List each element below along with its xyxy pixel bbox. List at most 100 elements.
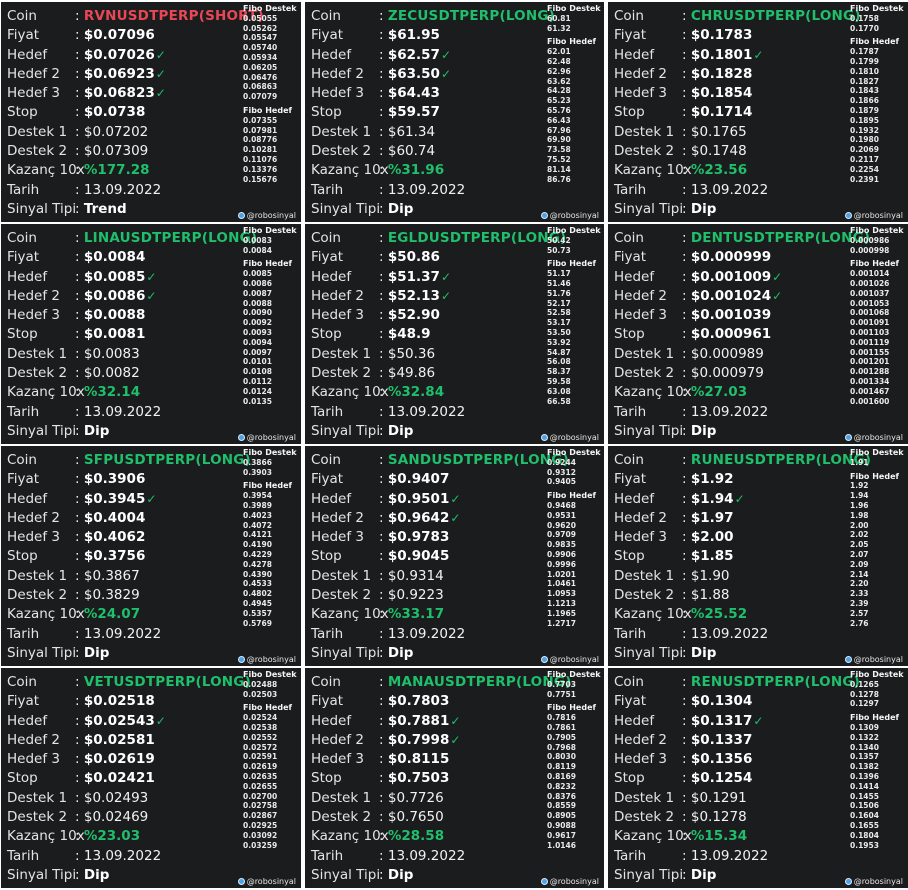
profit-value: %15.34 [690, 828, 748, 845]
separator: : [379, 200, 384, 217]
row-label: Stop [7, 548, 38, 565]
separator: : [379, 674, 384, 690]
separator: : [682, 65, 687, 82]
support2-value: $0.02469 [83, 809, 149, 826]
row-value-wrap: : $0.7803 [379, 692, 449, 711]
row-value-wrap: : 13.09.2022 [75, 181, 161, 200]
coin-name: CHRUSDTPERP(LONG) [690, 8, 861, 24]
row-label: Destek 2 [311, 143, 372, 160]
row-label: Hedef [7, 46, 48, 63]
row-value-wrap: : $0.1854 [682, 84, 752, 103]
separator: : [682, 85, 687, 102]
profit-value: %33.17 [387, 606, 445, 623]
fibo-hedef-value: 0.001334 [850, 376, 890, 386]
target3-value: $0.001039 [690, 307, 772, 324]
row-label: Kazanç 10x [311, 828, 389, 845]
row-label: Hedef 3 [311, 85, 364, 102]
row-value-wrap: : %28.58 [379, 827, 444, 846]
date-value: 13.09.2022 [690, 181, 769, 198]
row-label: Tarih [614, 625, 647, 642]
separator: : [682, 143, 687, 160]
separator: : [75, 770, 80, 787]
separator: : [75, 287, 80, 304]
row-label: Fiyat [311, 249, 344, 266]
target2-value: $63.50 [387, 65, 440, 82]
coin-name: RENUSDTPERP(LONG) [690, 674, 860, 690]
target3-value: $52.90 [387, 307, 440, 324]
separator: : [682, 548, 687, 565]
fibo-hedef-value: 0.1810 [850, 66, 879, 76]
check-icon: ✓ [753, 713, 764, 728]
separator: : [682, 8, 687, 24]
coin-name: MANAUSDTPERP(LONG) [387, 674, 572, 690]
row-label: Fiyat [311, 27, 344, 44]
price-value: $0.1304 [690, 693, 753, 710]
support2-value: $0.3829 [83, 587, 140, 604]
row-value-wrap: : Dip [379, 866, 413, 885]
support2-value: $49.86 [387, 365, 436, 382]
row-label: Sinyal Tipi [311, 200, 381, 217]
fibo-hedef-value: 62.96 [547, 66, 571, 76]
support1-value: $0.0083 [83, 345, 140, 362]
row-value-wrap: : $0.1801✓ [682, 46, 763, 65]
stop-value: $0.0738 [83, 104, 146, 121]
row-value-wrap: : 13.09.2022 [379, 625, 465, 644]
fibo-hedef-value: 0.9906 [547, 549, 576, 559]
row-label: Hedef 3 [7, 529, 60, 546]
fibo-hedef-value: 0.9617 [547, 830, 576, 840]
fibo-hedef-value: 0.3989 [243, 500, 272, 510]
fibo-destek-value: 0.1758 [850, 13, 879, 23]
row-label: Fiyat [614, 249, 647, 266]
target1-value: $0.1801 [690, 46, 753, 63]
separator: : [379, 422, 384, 439]
row-value-wrap: : $64.43 [379, 84, 440, 103]
check-icon: ✓ [440, 269, 452, 284]
brand-name: @robosinyal [549, 877, 599, 886]
fibo-column: Fibo Destek 0.1758 0.1770 Fibo Hedef 0.1787 0… [850, 4, 904, 184]
fibo-destek-title: Fibo Destek [850, 670, 904, 679]
telegram-icon [540, 212, 548, 219]
separator: : [75, 606, 80, 623]
fibo-hedef-value: 1.1213 [547, 598, 576, 608]
row-value-wrap: : VETUSDTPERP(LONG) [75, 673, 251, 692]
row-value-wrap: : 13.09.2022 [682, 625, 768, 644]
fibo-hedef-value: 0.10281 [243, 145, 278, 155]
support2-value: $0.1748 [690, 143, 747, 160]
fibo-hedef-value: 0.02635 [243, 771, 278, 781]
row-value-wrap: : $2.00 [682, 528, 734, 547]
row-value-wrap: : $0.07309 [75, 142, 148, 161]
separator: : [75, 490, 80, 507]
row-label: Tarih [7, 403, 40, 420]
fibo-hedef-value: 0.001201 [850, 357, 890, 367]
fibo-hedef-value: 0.4190 [243, 540, 272, 550]
fibo-hedef-value: 0.03259 [243, 840, 278, 850]
brand-watermark: @robosinyal [237, 211, 296, 220]
fibo-hedef-value: 0.8232 [547, 781, 576, 791]
fibo-hedef-value: 0.07981 [243, 125, 278, 135]
row-label: Tarih [614, 403, 647, 420]
fibo-hedef-value: 1.0461 [547, 579, 576, 589]
fibo-destek-title: Fibo Destek [547, 4, 601, 13]
row-label: Hedef [7, 490, 48, 507]
row-value-wrap: : Dip [75, 644, 109, 663]
separator: : [75, 46, 80, 63]
signal-type-value: Dip [690, 644, 717, 661]
coin-name: ZECUSDTPERP(LONG) [387, 8, 555, 24]
target2-value: $0.9642 [387, 509, 450, 526]
fibo-hedef-value: 0.9088 [547, 820, 576, 830]
row-label: Tarih [7, 181, 40, 198]
row-label: Hedef 2 [7, 65, 60, 82]
target1-value: $1.94 [690, 490, 734, 507]
row-label: Hedef 3 [614, 85, 667, 102]
row-label: Tarih [311, 181, 344, 198]
row-value-wrap: : RUNEUSDTPERP(LONG) [682, 451, 871, 470]
row-value-wrap: : %15.34 [682, 827, 747, 846]
separator: : [379, 268, 384, 285]
row-value-wrap: : $0.1291 [682, 789, 747, 808]
fibo-hedef-value: 2.00 [850, 520, 869, 530]
separator: : [379, 567, 384, 584]
fibo-hedef-value: 0.4121 [243, 530, 272, 540]
fibo-hedef-value: 0.4533 [243, 579, 272, 589]
stop-value: $48.9 [387, 326, 431, 343]
row-label: Fiyat [7, 471, 40, 488]
